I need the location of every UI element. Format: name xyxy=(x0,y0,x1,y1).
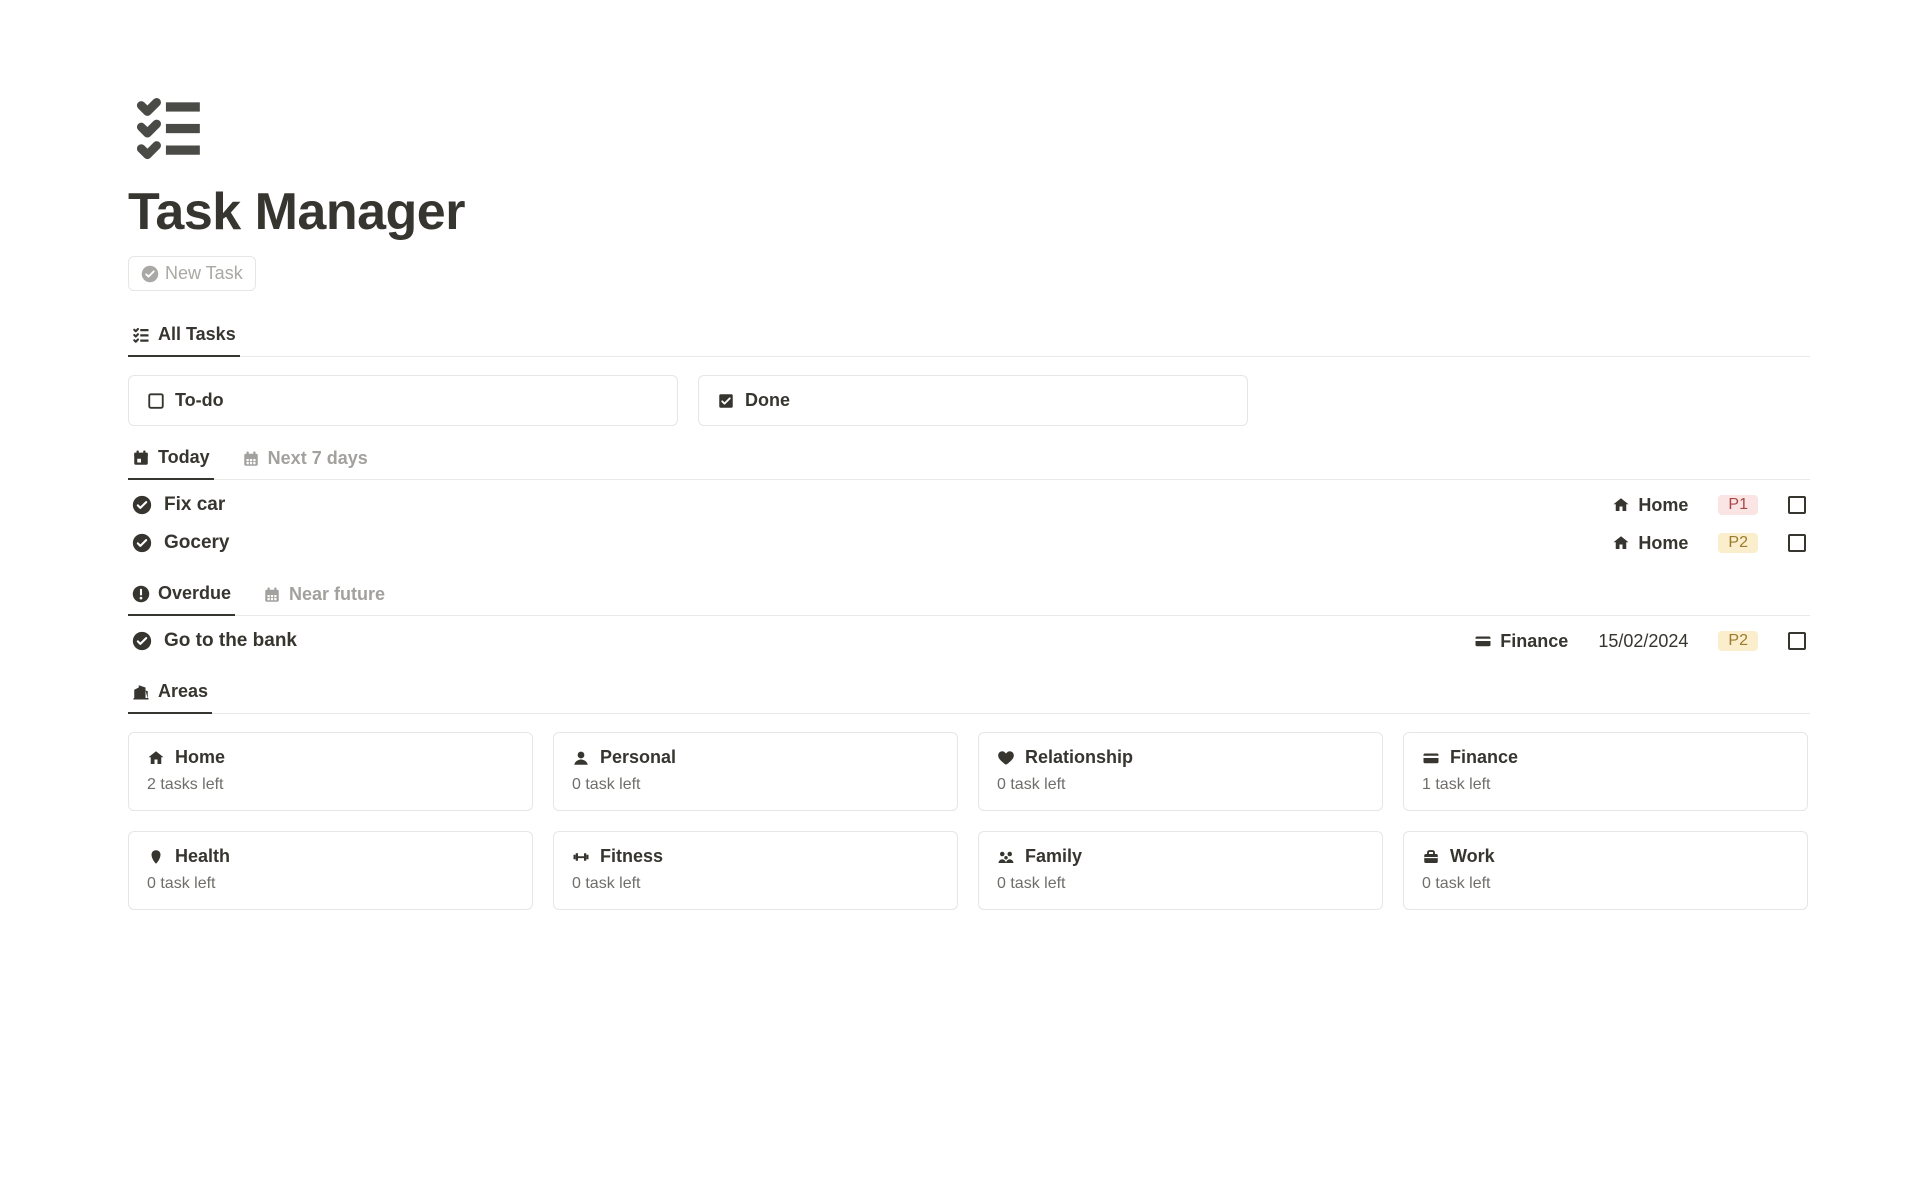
area-name: Home xyxy=(175,747,225,768)
area-card[interactable]: Health 0 task left xyxy=(128,831,533,910)
area-name: Finance xyxy=(1450,747,1518,768)
tab-near-future-label: Near future xyxy=(289,584,385,605)
area-subtext: 0 task left xyxy=(1422,875,1789,893)
area-card[interactable]: Finance 1 task left xyxy=(1403,732,1808,811)
task-date: 15/02/2024 xyxy=(1598,631,1688,652)
task-row[interactable]: Gocery Home P2 xyxy=(128,524,1810,562)
family-icon xyxy=(997,848,1015,866)
new-task-label: New Task xyxy=(165,263,243,284)
tab-all-tasks-label: All Tasks xyxy=(158,324,236,345)
area-name: Personal xyxy=(600,747,676,768)
checkcircle-icon xyxy=(132,631,152,651)
heart-icon xyxy=(997,749,1015,767)
area-name: Family xyxy=(1025,846,1082,867)
building-icon xyxy=(132,683,150,701)
task-area-label: Finance xyxy=(1500,631,1568,652)
tabs-areas: Areas xyxy=(128,674,1810,714)
tabs-due: Overdue Near future xyxy=(128,576,1810,616)
finance-icon xyxy=(1474,632,1492,650)
task-area-tag[interactable]: Home xyxy=(1612,495,1688,516)
tab-overdue[interactable]: Overdue xyxy=(128,577,235,616)
status-cards: To-do Done xyxy=(128,375,1810,426)
tab-today[interactable]: Today xyxy=(128,441,214,480)
card-done-label: Done xyxy=(745,390,790,411)
page-title: Task Manager xyxy=(128,182,1810,242)
alert-icon xyxy=(132,585,150,603)
area-subtext: 0 task left xyxy=(997,875,1364,893)
tab-all-tasks[interactable]: All Tasks xyxy=(128,318,240,357)
tab-today-label: Today xyxy=(158,447,210,468)
task-area-tag[interactable]: Home xyxy=(1612,533,1688,554)
checklist-icon xyxy=(132,326,150,344)
task-area-label: Home xyxy=(1638,533,1688,554)
square-check-icon xyxy=(717,392,735,410)
area-subtext: 0 task left xyxy=(997,776,1364,794)
area-card[interactable]: Relationship 0 task left xyxy=(978,732,1383,811)
overdue-task-list: Go to the bank Finance 15/02/2024 P2 xyxy=(128,622,1810,660)
task-checkbox[interactable] xyxy=(1788,632,1806,650)
task-name: Fix car xyxy=(164,494,225,516)
area-subtext: 2 tasks left xyxy=(147,776,514,794)
area-card[interactable]: Work 0 task left xyxy=(1403,831,1808,910)
priority-badge: P2 xyxy=(1718,533,1758,553)
tabs-time: Today Next 7 days xyxy=(128,440,1810,480)
home-icon xyxy=(147,749,165,767)
area-subtext: 0 task left xyxy=(572,776,939,794)
area-card[interactable]: Family 0 task left xyxy=(978,831,1383,910)
calendar-day-icon xyxy=(132,449,150,467)
tab-next7-label: Next 7 days xyxy=(268,448,368,469)
task-row[interactable]: Go to the bank Finance 15/02/2024 P2 xyxy=(128,622,1810,660)
work-icon xyxy=(1422,848,1440,866)
fitness-icon xyxy=(572,848,590,866)
priority-badge: P2 xyxy=(1718,631,1758,651)
card-todo-label: To-do xyxy=(175,390,224,411)
area-name: Relationship xyxy=(1025,747,1133,768)
card-done[interactable]: Done xyxy=(698,375,1248,426)
task-name: Gocery xyxy=(164,532,229,554)
calendar-week-icon xyxy=(263,586,281,604)
priority-badge: P1 xyxy=(1718,495,1758,515)
task-row[interactable]: Fix car Home P1 xyxy=(128,486,1810,524)
calendar-week-icon xyxy=(242,450,260,468)
area-subtext: 0 task left xyxy=(572,875,939,893)
area-name: Health xyxy=(175,846,230,867)
task-checkbox[interactable] xyxy=(1788,534,1806,552)
today-task-list: Fix car Home P1 Gocery Home P2 xyxy=(128,486,1810,562)
finance-icon xyxy=(1422,749,1440,767)
area-subtext: 0 task left xyxy=(147,875,514,893)
checkcircle-icon xyxy=(141,265,159,283)
new-task-button[interactable]: New Task xyxy=(128,256,256,291)
task-area-tag[interactable]: Finance xyxy=(1474,631,1568,652)
areas-grid: Home 2 tasks left Personal 0 task left R… xyxy=(128,732,1808,910)
home-icon xyxy=(1612,496,1630,514)
card-todo[interactable]: To-do xyxy=(128,375,678,426)
health-icon xyxy=(147,848,165,866)
tab-areas[interactable]: Areas xyxy=(128,675,212,714)
page-logo-icon xyxy=(128,90,1810,164)
area-card[interactable]: Home 2 tasks left xyxy=(128,732,533,811)
person-icon xyxy=(572,749,590,767)
checkcircle-icon xyxy=(132,533,152,553)
area-card[interactable]: Fitness 0 task left xyxy=(553,831,958,910)
area-card[interactable]: Personal 0 task left xyxy=(553,732,958,811)
task-name: Go to the bank xyxy=(164,630,297,652)
tab-next-7-days[interactable]: Next 7 days xyxy=(238,442,372,479)
task-checkbox[interactable] xyxy=(1788,496,1806,514)
tabs-all-tasks: All Tasks xyxy=(128,317,1810,357)
tab-areas-label: Areas xyxy=(158,681,208,702)
area-subtext: 1 task left xyxy=(1422,776,1789,794)
tab-near-future[interactable]: Near future xyxy=(259,578,389,615)
area-name: Work xyxy=(1450,846,1495,867)
task-area-label: Home xyxy=(1638,495,1688,516)
checkcircle-icon xyxy=(132,495,152,515)
tab-overdue-label: Overdue xyxy=(158,583,231,604)
home-icon xyxy=(1612,534,1630,552)
square-icon xyxy=(147,392,165,410)
area-name: Fitness xyxy=(600,846,663,867)
